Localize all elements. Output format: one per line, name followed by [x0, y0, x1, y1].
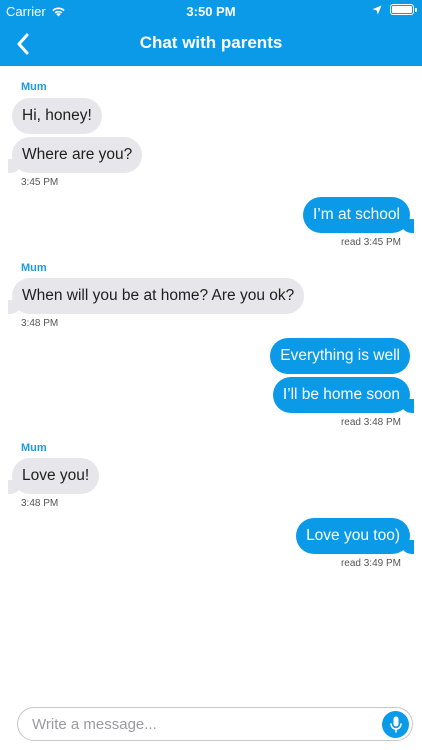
battery-icon — [390, 4, 417, 15]
message-bubble-outgoing[interactable]: Love you too) — [296, 518, 414, 554]
message-composer — [17, 707, 413, 741]
nav-bar: Chat with parents — [0, 22, 422, 66]
message-timestamp: 3:48 PM — [21, 318, 59, 329]
message-bubble-incoming[interactable]: Hi, honey! — [12, 98, 102, 134]
message-bubble-incoming[interactable]: Where are you? — [7, 137, 143, 173]
message-read-receipt: read 3:48 PM — [340, 417, 401, 428]
sender-name: Mum — [21, 442, 47, 454]
microphone-icon — [389, 716, 402, 733]
sender-name: Mum — [21, 262, 47, 274]
status-bar: Carrier 3:50 PM — [0, 0, 422, 22]
message-bubble-incoming[interactable]: Love you! — [7, 458, 100, 494]
message-timestamp: 3:48 PM — [21, 498, 59, 509]
status-right — [372, 4, 417, 15]
message-bubble-outgoing[interactable]: I’m at school — [302, 197, 415, 233]
message-input[interactable] — [32, 708, 372, 740]
status-time: 3:50 PM — [186, 4, 236, 19]
sender-name: Mum — [21, 81, 47, 93]
message-read-receipt: read 3:49 PM — [340, 558, 401, 569]
location-arrow-icon — [372, 5, 382, 14]
message-timestamp: 3:45 PM — [21, 177, 59, 188]
header: Carrier 3:50 PM Chat with parents — [0, 0, 422, 66]
message-bubble-outgoing[interactable]: Everything is well — [270, 338, 410, 374]
message-bubble-outgoing[interactable]: I’ll be home soon — [272, 377, 415, 413]
message-read-receipt: read 3:45 PM — [340, 237, 401, 248]
message-bubble-incoming[interactable]: When will you be at home? Are you ok? — [7, 278, 305, 314]
page-title: Chat with parents — [139, 33, 283, 52]
message-list[interactable]: Mum Hi, honey! Where are you? 3:45 PM I’… — [0, 66, 422, 686]
microphone-button[interactable] — [382, 711, 409, 738]
